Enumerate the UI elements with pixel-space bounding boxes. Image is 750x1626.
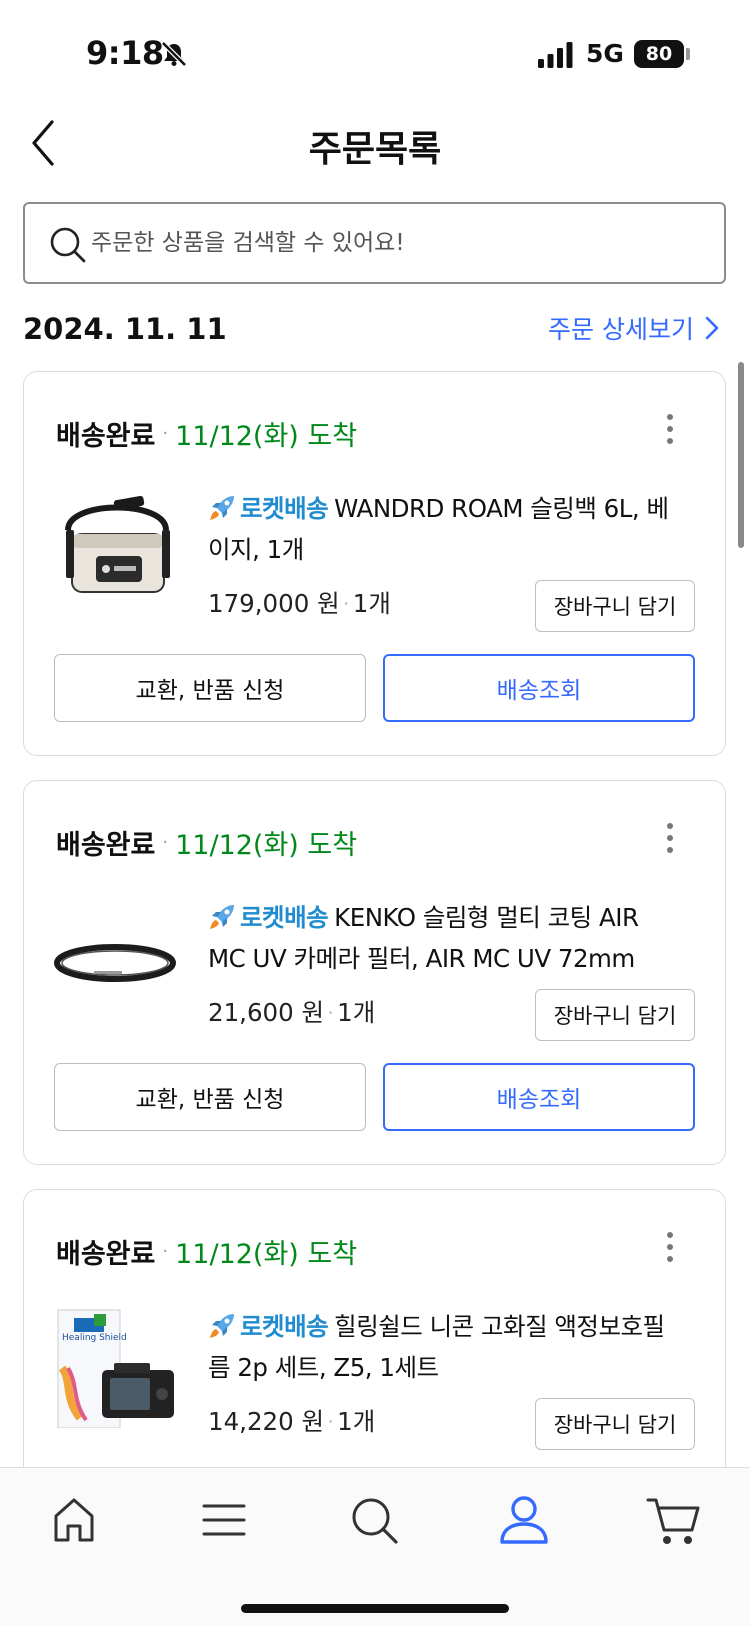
- order-date: 2024. 11. 11: [23, 312, 227, 346]
- product-image-uv-filter[interactable]: [54, 899, 180, 1019]
- rocket-delivery-badge: 로켓배송: [240, 494, 329, 523]
- product-image-sling-bag[interactable]: [54, 490, 180, 610]
- arrival-date: 11/12(화) 도착: [175, 421, 358, 452]
- track-delivery-button[interactable]: 배송조회: [383, 1063, 695, 1131]
- product-name[interactable]: 로켓배송 힐링쉴드 니콘 고화질 액정보호필름 2p 세트, Z5, 1세트: [208, 1306, 678, 1388]
- add-to-cart-button[interactable]: 장바구니 담기: [535, 580, 695, 632]
- product-image-screen-protector[interactable]: Healing Shield: [54, 1308, 180, 1428]
- delivery-status: 배송완료 · 11/12(화) 도착: [56, 823, 357, 862]
- chevron-right-icon: [705, 316, 719, 340]
- delivery-status-label: 배송완료: [56, 1239, 156, 1270]
- product-quantity: 1개: [352, 589, 391, 618]
- order-detail-label: 주문 상세보기: [548, 315, 694, 344]
- delivery-status: 배송완료 · 11/12(화) 도착: [56, 414, 357, 453]
- track-delivery-button[interactable]: 배송조회: [383, 654, 695, 722]
- exchange-return-button[interactable]: 교환, 반품 신청: [54, 654, 366, 722]
- arrival-date: 11/12(화) 도착: [175, 830, 358, 861]
- search-icon: [50, 227, 86, 263]
- cart-icon[interactable]: [644, 1490, 704, 1550]
- status-bar: 9:18 5G 80: [0, 0, 750, 100]
- more-options-icon[interactable]: [665, 414, 675, 448]
- status-time: 9:18: [86, 34, 164, 72]
- more-options-icon[interactable]: [665, 1232, 675, 1266]
- separator-dot: ·: [162, 1241, 169, 1262]
- order-item-card: 배송완료 · 11/12(화) 도착 로켓배송 KENKO 슬림형 멀티 코팅 A…: [23, 780, 726, 1165]
- search-box[interactable]: [23, 202, 726, 284]
- separator-dot: ·: [328, 1412, 334, 1431]
- order-detail-link[interactable]: 주문 상세보기: [548, 310, 720, 346]
- product-price: 14,220 원: [208, 1407, 325, 1436]
- product-name[interactable]: 로켓배송 KENKO 슬림형 멀티 코팅 AIR MC UV 카메라 필터, AI…: [208, 897, 678, 979]
- product-name[interactable]: 로켓배송 WANDRD ROAM 슬링백 6L, 베이지, 1개: [208, 488, 678, 570]
- battery-tip: [686, 48, 690, 60]
- product-price: 21,600 원: [208, 998, 325, 1027]
- battery-icon: 80: [634, 40, 684, 68]
- rocket-delivery-badge: 로켓배송: [240, 903, 329, 932]
- product-price-row: 179,000 원 · 1개: [208, 585, 391, 620]
- network-type: 5G: [586, 39, 624, 68]
- product-image-brand-text: Healing Shield: [62, 1333, 127, 1343]
- rocket-icon: [210, 496, 234, 520]
- separator-dot: ·: [162, 423, 169, 444]
- delivery-status-label: 배송완료: [56, 421, 156, 452]
- add-to-cart-button[interactable]: 장바구니 담기: [535, 989, 695, 1041]
- delivery-status-label: 배송완료: [56, 830, 156, 861]
- separator-dot: ·: [162, 832, 169, 853]
- bell-muted-icon: [161, 41, 187, 67]
- product-price-row: 21,600 원 · 1개: [208, 994, 375, 1029]
- separator-dot: ·: [328, 1003, 334, 1022]
- rocket-icon: [210, 1314, 234, 1338]
- product-quantity: 1개: [337, 998, 376, 1027]
- home-indicator[interactable]: [241, 1604, 509, 1613]
- my-account-icon[interactable]: [494, 1490, 554, 1550]
- product-quantity: 1개: [337, 1407, 376, 1436]
- product-price-row: 14,220 원 · 1개: [208, 1403, 375, 1438]
- search-input[interactable]: [91, 218, 691, 268]
- product-price: 179,000 원: [208, 589, 340, 618]
- search-icon[interactable]: [344, 1490, 404, 1550]
- menu-icon[interactable]: [194, 1490, 254, 1550]
- separator-dot: ·: [343, 594, 349, 613]
- bottom-tab-bar: [0, 1467, 750, 1626]
- page-title: 주문목록: [308, 129, 442, 170]
- rocket-delivery-badge: 로켓배송: [240, 1312, 329, 1341]
- order-item-card: 배송완료 · 11/12(화) 도착 로켓배송 WANDRD ROAM 슬링백 6…: [23, 371, 726, 756]
- scrollbar[interactable]: [738, 362, 744, 548]
- home-icon[interactable]: [44, 1490, 104, 1550]
- delivery-status: 배송완료 · 11/12(화) 도착: [56, 1232, 357, 1271]
- cellular-signal-icon: [538, 42, 573, 68]
- exchange-return-button[interactable]: 교환, 반품 신청: [54, 1063, 366, 1131]
- arrival-date: 11/12(화) 도착: [175, 1239, 358, 1270]
- more-options-icon[interactable]: [665, 823, 675, 857]
- add-to-cart-button[interactable]: 장바구니 담기: [535, 1398, 695, 1450]
- rocket-icon: [210, 905, 234, 929]
